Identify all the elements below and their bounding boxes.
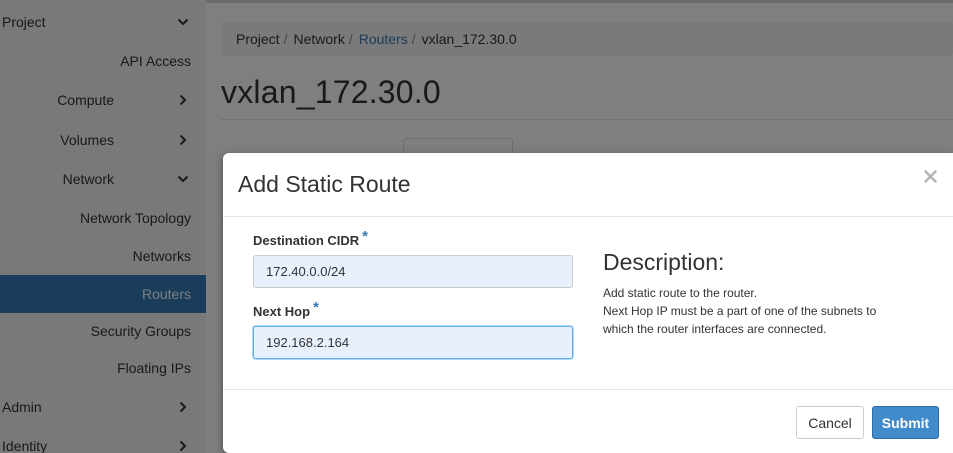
destination-cidr-label-text: Destination CIDR bbox=[253, 233, 360, 248]
next-hop-label-text: Next Hop bbox=[253, 304, 311, 319]
modal-footer: Cancel Submit bbox=[223, 389, 953, 453]
close-icon bbox=[923, 169, 937, 183]
cancel-button[interactable]: Cancel bbox=[796, 406, 864, 439]
description-line: Next Hop IP must be a part of one of the… bbox=[603, 304, 877, 318]
close-button[interactable] bbox=[921, 165, 939, 187]
modal-title: Add Static Route bbox=[238, 171, 411, 197]
required-marker: * bbox=[313, 299, 319, 316]
description-line: which the router interfaces are connecte… bbox=[603, 322, 827, 336]
description-title: Description: bbox=[603, 249, 725, 275]
destination-cidr-input[interactable] bbox=[253, 255, 573, 288]
next-hop-label: Next Hop * bbox=[253, 299, 319, 320]
destination-cidr-label: Destination CIDR * bbox=[253, 228, 368, 249]
submit-button[interactable]: Submit bbox=[872, 406, 939, 439]
modal-header: Add Static Route bbox=[223, 153, 953, 217]
next-hop-input[interactable] bbox=[253, 326, 573, 359]
required-marker: * bbox=[362, 228, 369, 245]
description-line: Add static route to the router. bbox=[603, 286, 758, 300]
add-static-route-dialog: Add Static Route Destination CIDR* Next … bbox=[223, 153, 953, 453]
